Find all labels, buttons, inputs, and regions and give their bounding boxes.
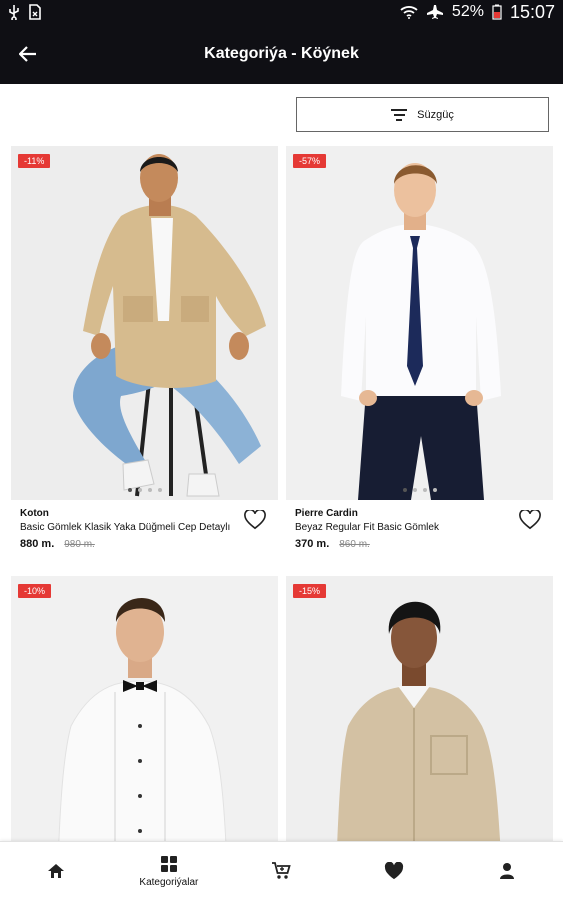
no-sim-icon xyxy=(29,4,41,20)
nav-profile[interactable] xyxy=(450,842,563,900)
product-old-price: 860 m. xyxy=(339,539,370,550)
man-tuxedo-shirt-illustration xyxy=(11,576,278,841)
heart-outline-icon[interactable] xyxy=(519,510,541,530)
filter-lines-icon xyxy=(391,108,408,121)
user-icon xyxy=(499,863,514,879)
product-grid: -11% Koton Basic Gömlek Klasik Yaka Düğm… xyxy=(0,146,563,841)
product-image[interactable]: -57% xyxy=(286,146,553,500)
nav-favorites[interactable] xyxy=(338,842,451,900)
product-card[interactable]: -57% Pierre Cardin Beyaz Regular Fit Bas… xyxy=(286,146,553,550)
filter-label: Süzgüç xyxy=(417,108,454,121)
discount-badge: -11% xyxy=(18,154,51,168)
battery-percent: 52% xyxy=(451,3,484,20)
discount-badge: -10% xyxy=(18,584,52,598)
grid-icon xyxy=(160,855,177,872)
usb-icon xyxy=(9,5,19,20)
airplane-icon xyxy=(426,5,443,19)
page-title: Kategoriýa - Köýnek xyxy=(204,45,359,62)
product-card[interactable]: -15% xyxy=(286,576,553,841)
product-price: 370 m. xyxy=(295,538,330,550)
product-old-price: 980 m. xyxy=(64,539,95,550)
status-bar: 52% 15:07 xyxy=(0,0,563,24)
product-price: 880 m. xyxy=(20,538,55,550)
product-card[interactable]: -11% Koton Basic Gömlek Klasik Yaka Düğm… xyxy=(11,146,278,550)
back-button[interactable] xyxy=(0,24,56,84)
product-brand: Koton xyxy=(20,508,49,519)
app-bar: Kategoriýa - Köýnek xyxy=(0,24,563,84)
nav-categories-label: Kategoriýalar xyxy=(139,876,199,888)
product-image[interactable]: -10% xyxy=(11,576,278,841)
man-sitting-overshirt-illustration xyxy=(11,146,278,500)
nav-cart[interactable] xyxy=(225,842,338,900)
product-name: Beyaz Regular Fit Basic Gömlek xyxy=(295,522,439,533)
status-time: 15:07 xyxy=(509,1,555,22)
product-image[interactable]: -15% xyxy=(286,576,553,841)
wifi-icon xyxy=(400,6,418,19)
arrow-left-icon xyxy=(19,46,36,62)
filter-bar: Süzgüç xyxy=(0,84,563,146)
carousel-dots xyxy=(286,488,553,492)
nav-categories[interactable]: Kategoriýalar xyxy=(113,842,226,900)
carousel-dots xyxy=(11,488,278,492)
battery-icon xyxy=(492,4,502,20)
cart-icon xyxy=(272,862,292,879)
product-brand: Pierre Cardin xyxy=(295,508,358,519)
filter-button[interactable]: Süzgüç xyxy=(296,97,549,132)
discount-badge: -15% xyxy=(293,584,327,598)
man-beige-overshirt-illustration xyxy=(286,576,553,841)
discount-badge: -57% xyxy=(293,154,327,168)
man-white-shirt-tie-illustration xyxy=(286,146,553,500)
product-card[interactable]: -10% xyxy=(11,576,278,841)
heart-icon xyxy=(384,862,404,880)
nav-home[interactable] xyxy=(0,842,113,900)
home-icon xyxy=(48,864,65,878)
product-image[interactable]: -11% xyxy=(11,146,278,500)
heart-outline-icon[interactable] xyxy=(244,510,266,530)
product-name: Basic Gömlek Klasik Yaka Düğmeli Cep Det… xyxy=(20,522,231,533)
bottom-navigation: Kategoriýalar xyxy=(0,841,563,900)
